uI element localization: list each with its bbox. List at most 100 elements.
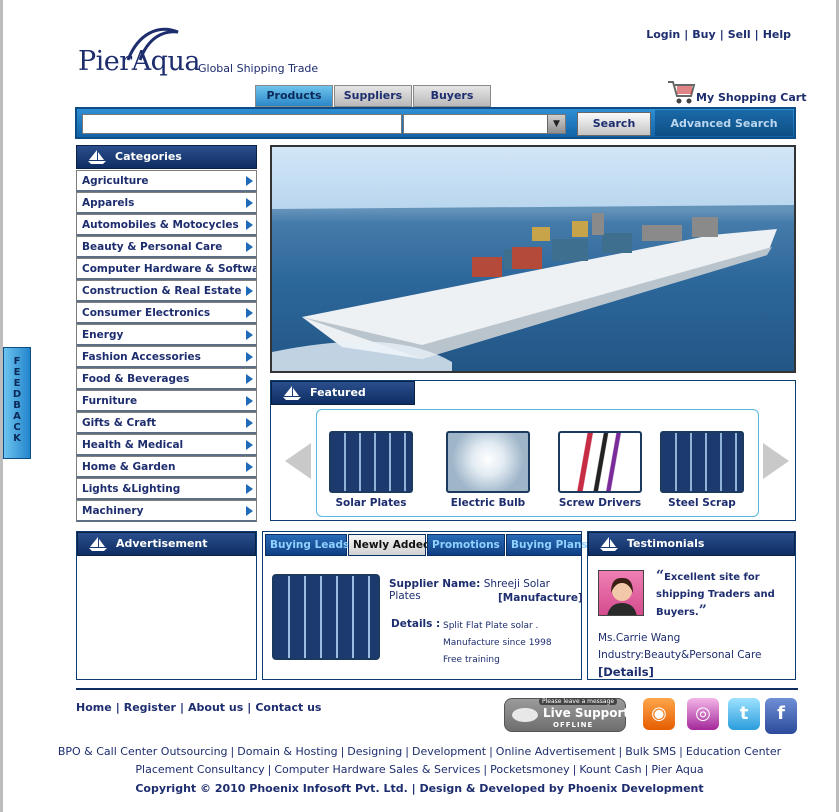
category-item[interactable]: Energy (76, 324, 257, 346)
live-support-title: Live Support (543, 706, 630, 720)
featured-product[interactable]: Electric Bulb (443, 431, 533, 509)
lead-product-image[interactable] (272, 574, 380, 660)
category-item[interactable]: Machinery (76, 500, 257, 522)
lead-supplier-info: Supplier Name: Shreeji Solar Plates [Man… (389, 578, 583, 604)
feedback-label: FEEDBACK (12, 356, 22, 444)
service-link[interactable]: Computer Hardware Sales & Services (274, 763, 480, 776)
footer-link-about[interactable]: About us (188, 701, 243, 714)
service-link[interactable]: Domain & Hosting (237, 745, 337, 758)
arrow-right-icon (246, 374, 253, 384)
category-item[interactable]: Gifts & Craft (76, 412, 257, 434)
service-link[interactable]: Pocketsmoney (490, 763, 570, 776)
featured-product[interactable]: Screw Drivers (555, 431, 645, 509)
facebook-icon[interactable]: f (765, 698, 797, 734)
footer-link-register[interactable]: Register (124, 701, 176, 714)
category-item[interactable]: Automobiles & Motocycles (76, 214, 257, 236)
service-link[interactable]: Kount Cash (579, 763, 641, 776)
service-link[interactable]: Development (412, 745, 486, 758)
service-link[interactable]: Education Center (686, 745, 781, 758)
categories-header: Categories (76, 145, 257, 169)
category-item[interactable]: Health & Medical (76, 434, 257, 456)
tab-buying-leads[interactable]: Buying Leads (265, 534, 349, 556)
services-links-row-2: Placement Consultancy | Computer Hardware … (135, 763, 704, 776)
brand-tagline: Global Shipping Trade (198, 62, 319, 75)
tab-buying-plans[interactable]: Buying Plans (506, 534, 588, 556)
feedback-tab[interactable]: FEEDBACK (3, 347, 31, 459)
instagram-icon[interactable]: ◎ (687, 698, 719, 730)
arrow-right-icon (246, 198, 253, 208)
testimonials-panel: Testimonials “Excellent site for shippin… (587, 531, 796, 680)
arrow-right-icon (246, 286, 253, 296)
top-links: Login | Buy | Sell | Help (646, 28, 791, 41)
service-link[interactable]: Pier Aqua (651, 763, 703, 776)
tab-products[interactable]: Products (255, 85, 333, 107)
carousel-next-icon[interactable] (763, 443, 789, 479)
testimonial-details-link[interactable]: [Details] (598, 664, 762, 681)
steel-scrap-image (660, 431, 744, 493)
solar-plates-image (329, 431, 413, 493)
service-link[interactable]: Bulk SMS (625, 745, 676, 758)
help-link[interactable]: Help (763, 28, 791, 41)
arrow-right-icon (246, 352, 253, 362)
leads-panel: Buying Leads Newly Added Promotions Buyi… (262, 531, 588, 680)
tab-promotions[interactable]: Promotions (427, 534, 505, 556)
rss-icon[interactable]: ◉ (643, 698, 675, 730)
footer-link-contact[interactable]: Contact us (255, 701, 321, 714)
arrow-right-icon (246, 330, 253, 340)
category-item[interactable]: Fashion Accessories (76, 346, 257, 368)
cart-icon (668, 81, 696, 104)
twitter-icon[interactable]: t (728, 698, 760, 730)
buy-link[interactable]: Buy (692, 28, 715, 41)
featured-product[interactable]: Solar Plates (326, 431, 416, 509)
testimonial-author: Ms.Carrie Wang Industry:Beauty&Personal … (598, 630, 762, 681)
tab-newly-added[interactable]: Newly Added (348, 534, 431, 556)
arrow-right-icon (246, 220, 253, 230)
featured-product[interactable]: Steel Scrap (657, 431, 747, 509)
search-category-select[interactable]: ▼ (403, 114, 566, 134)
testimonial-quote: “Excellent site for shipping Traders and… (656, 568, 775, 619)
footer-link-home[interactable]: Home (76, 701, 112, 714)
category-item[interactable]: Agriculture (76, 170, 257, 192)
login-link[interactable]: Login (646, 28, 680, 41)
arrow-right-icon (246, 418, 253, 428)
search-input[interactable] (82, 114, 402, 134)
service-link[interactable]: Placement Consultancy (135, 763, 264, 776)
tab-buyers[interactable]: Buyers (413, 85, 491, 107)
search-button[interactable]: Search (577, 112, 651, 136)
category-item[interactable]: Lights &Lighting (76, 478, 257, 500)
category-item[interactable]: Computer Hardware & Software (76, 258, 257, 280)
arrow-right-icon (246, 308, 253, 318)
category-list: Agriculture Apparels Automobiles & Motoc… (76, 170, 257, 522)
details-label: Details : (391, 618, 441, 630)
live-support-button[interactable]: Please leave a message Live Support OFFL… (504, 698, 630, 732)
arrow-right-icon (246, 242, 253, 252)
service-link[interactable]: Designing (347, 745, 402, 758)
testimonial-industry: Industry:Beauty&Personal Care (598, 649, 762, 661)
category-item[interactable]: Consumer Electronics (76, 302, 257, 324)
sailboat-icon (283, 386, 301, 400)
person-photo (607, 577, 637, 615)
shopping-cart[interactable]: My Shopping Cart (666, 76, 807, 104)
sell-link[interactable]: Sell (728, 28, 751, 41)
advertisement-panel: Advertisement (76, 531, 257, 680)
featured-products-header: Featured Products (271, 381, 415, 421)
search-bar: ▼ Search Advanced Search (75, 107, 796, 139)
brand-name: PierAqua (78, 46, 200, 77)
live-support-message: Please leave a message (539, 698, 618, 705)
category-item[interactable]: Beauty & Personal Care (76, 236, 257, 258)
carousel-prev-icon[interactable] (285, 443, 311, 479)
service-link[interactable]: BPO & Call Center Outsourcing (58, 745, 228, 758)
category-item[interactable]: Food & Beverages (76, 368, 257, 390)
category-item[interactable]: Apparels (76, 192, 257, 214)
site-logo[interactable]: PierAqua Global Shipping Trade (78, 24, 338, 80)
advanced-search-link[interactable]: Advanced Search (655, 110, 793, 136)
advertisement-title: Advertisement (116, 537, 208, 550)
live-support-icon (512, 708, 538, 722)
category-item[interactable]: Construction & Real Estate (76, 280, 257, 302)
quote-close-icon: ” (698, 603, 707, 619)
category-item[interactable]: Furniture (76, 390, 257, 412)
category-item[interactable]: Home & Garden (76, 456, 257, 478)
service-link[interactable]: Online Advertisement (496, 745, 616, 758)
chevron-down-icon[interactable]: ▼ (547, 115, 565, 133)
tab-suppliers[interactable]: Suppliers (334, 85, 412, 107)
